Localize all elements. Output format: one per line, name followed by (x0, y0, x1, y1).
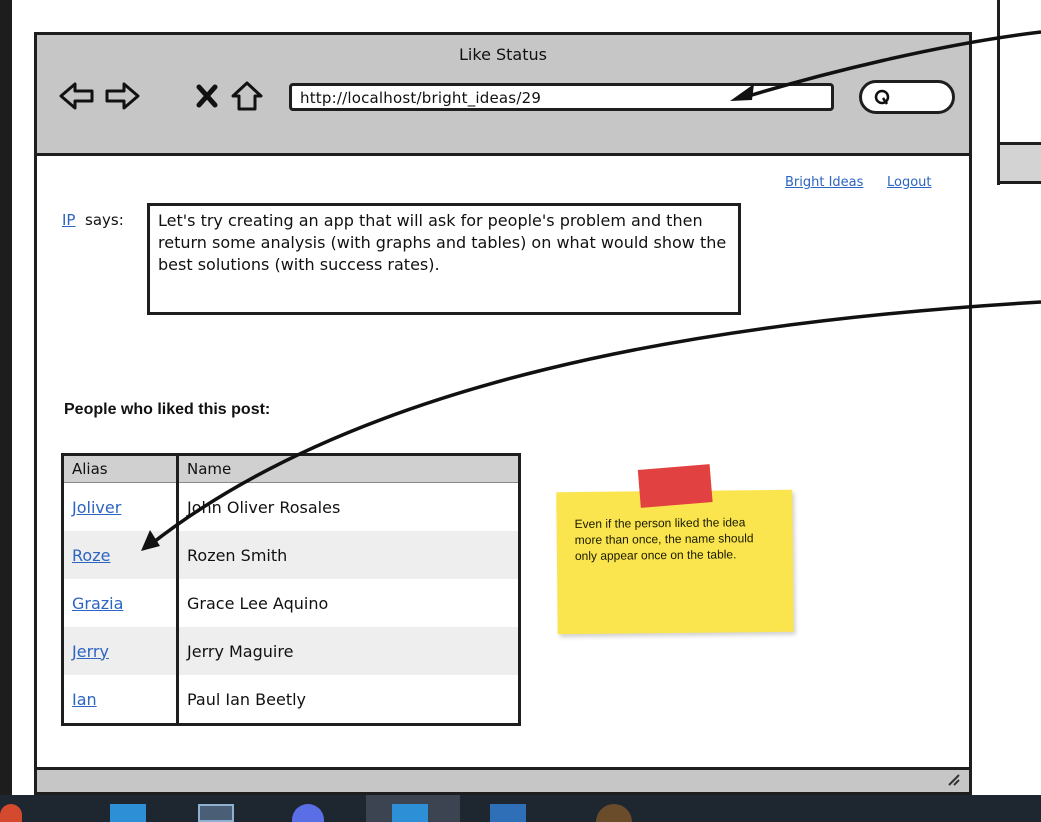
browser-window: Like Status http://localhost/bright_idea… (34, 32, 972, 795)
taskbar-app-icon[interactable] (292, 804, 324, 822)
sticky-tape (637, 464, 713, 508)
name-cell: Rozen Smith (177, 531, 520, 579)
likes-heading: People who liked this post: (64, 401, 271, 418)
name-cell: Jerry Maguire (177, 627, 520, 675)
back-button[interactable] (57, 79, 97, 113)
sticky-note-text: Even if the person liked the idea more t… (574, 515, 754, 564)
home-button[interactable] (227, 79, 267, 113)
name-cell: John Oliver Rosales (187, 497, 341, 517)
says-label: says: (85, 211, 124, 229)
post-content: Let's try creating an app that will ask … (147, 203, 741, 315)
alias-cell: Ian (62, 675, 179, 725)
alias-link[interactable]: Roze (72, 546, 110, 565)
alias-cell: Jerry (62, 627, 179, 675)
browser-toolbar: Like Status http://localhost/bright_idea… (37, 35, 969, 156)
left-frame-edge (0, 0, 12, 795)
table-row: Joliver John Oliver Rosales (62, 482, 520, 531)
taskbar-app-icon[interactable] (596, 804, 632, 822)
alias-link[interactable]: Grazia (72, 594, 123, 613)
status-bar (37, 767, 969, 792)
column-header-alias: Alias (62, 454, 179, 483)
table-row: Jerry Jerry Maguire (62, 627, 520, 675)
window-title: Like Status (459, 45, 547, 64)
table-row: Roze Rozen Smith (62, 531, 520, 579)
address-bar[interactable]: http://localhost/bright_ideas/29 (289, 83, 834, 111)
search-icon (874, 89, 890, 105)
vscode-icon[interactable] (110, 804, 146, 822)
taskbar (0, 795, 1041, 822)
alias-cell: Joliver (62, 482, 179, 531)
name-cell: Grace Lee Aquino (187, 593, 329, 613)
forward-button[interactable] (102, 79, 142, 113)
home-icon (231, 81, 263, 111)
forward-arrow-icon (105, 82, 140, 110)
alias-link[interactable]: Jerry (72, 642, 109, 661)
bright-ideas-link[interactable]: Bright Ideas (785, 175, 863, 190)
logout-link[interactable]: Logout (887, 175, 932, 190)
alias-cell: Roze (62, 531, 179, 579)
table-row: Ian Paul Ian Beetly (62, 675, 520, 725)
stop-button[interactable] (187, 79, 227, 113)
alias-link[interactable]: Ian (72, 690, 97, 709)
adjacent-wireframe-bar (997, 142, 1041, 184)
search-input[interactable] (859, 80, 955, 114)
table-header-row: Alias Name (62, 454, 520, 483)
alias-link[interactable]: Joliver (72, 498, 121, 517)
taskbar-app-icon[interactable] (490, 804, 526, 822)
likes-table: Alias Name Joliver John Oliver Rosales R… (61, 453, 521, 726)
table-row: Grazia Grace Lee Aquino (62, 579, 520, 627)
taskbar-app-icon[interactable] (198, 804, 234, 822)
back-arrow-icon (59, 82, 94, 110)
resize-grip-icon[interactable] (945, 772, 961, 786)
close-icon (196, 84, 218, 108)
name-cell: Paul Ian Beetly (187, 689, 307, 709)
taskbar-app-icon[interactable] (392, 804, 428, 822)
taskbar-app-icon[interactable] (0, 804, 22, 822)
author-alias-link[interactable]: IP (62, 211, 75, 229)
column-header-name: Name (177, 454, 520, 483)
alias-cell: Grazia (62, 579, 179, 627)
sticky-note: Even if the person liked the idea more t… (556, 464, 794, 635)
